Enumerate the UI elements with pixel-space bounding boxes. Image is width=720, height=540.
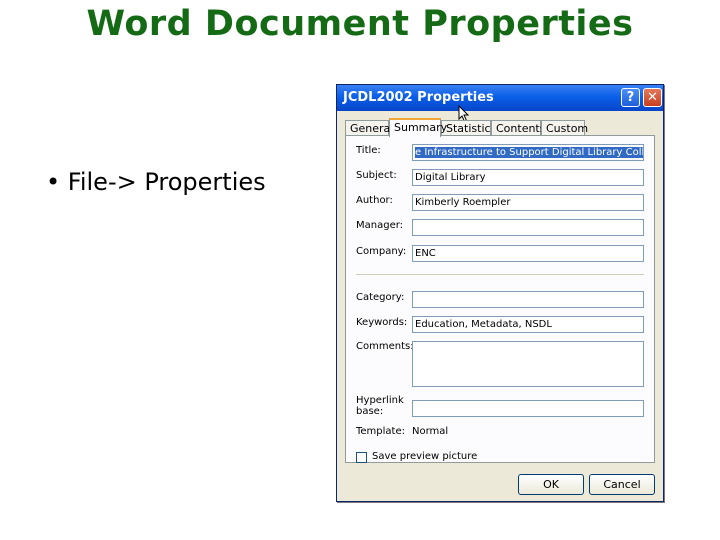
subject-field[interactable]: Digital Library — [412, 169, 644, 186]
tab-summary[interactable]: Summary — [389, 118, 447, 137]
close-icon: ✕ — [647, 90, 658, 105]
category-label: Category: — [356, 292, 405, 303]
summary-panel: Title: e Infrastructure to Support Digit… — [345, 135, 655, 463]
subject-label: Subject: — [356, 170, 397, 181]
author-field[interactable]: Kimberly Roempler — [412, 194, 644, 211]
keywords-label: Keywords: — [356, 317, 408, 328]
template-label: Template: — [356, 426, 405, 437]
keywords-field[interactable]: Education, Metadata, NSDL — [412, 316, 644, 333]
close-button[interactable]: ✕ — [643, 88, 662, 107]
save-preview-label: Save preview picture — [372, 451, 478, 462]
tab-custom[interactable]: Custom — [541, 120, 588, 136]
category-field[interactable] — [412, 291, 644, 308]
divider — [356, 274, 644, 275]
hyperlink-base-label-line1: Hyperlink — [356, 395, 404, 406]
save-preview-checkbox[interactable] — [356, 452, 367, 463]
tab-general[interactable]: General — [345, 120, 393, 136]
properties-dialog: JCDL2002 Properties ? ✕ General Summary … — [336, 84, 664, 502]
hyperlink-base-label-line2: base: — [356, 406, 384, 417]
slide-title: Word Document Properties — [86, 4, 634, 44]
tab-statistics[interactable]: Statistics — [441, 120, 496, 136]
company-field[interactable]: ENC — [412, 245, 644, 262]
title-field[interactable]: e Infrastructure to Support Digital Libr… — [412, 144, 644, 161]
dialog-title: JCDL2002 Properties — [343, 90, 494, 105]
help-icon: ? — [626, 90, 635, 105]
author-label: Author: — [356, 195, 393, 206]
tab-contents[interactable]: Contents — [491, 120, 545, 136]
hyperlink-base-field[interactable] — [412, 400, 644, 417]
manager-label: Manager: — [356, 220, 404, 231]
dialog-titlebar[interactable]: JCDL2002 Properties ? ✕ — [337, 85, 663, 111]
help-button[interactable]: ? — [621, 88, 640, 107]
cancel-button[interactable]: Cancel — [589, 474, 655, 495]
manager-field[interactable] — [412, 219, 644, 236]
bullet-text: • File-> Properties — [46, 168, 266, 196]
comments-label: Comments: — [356, 341, 414, 352]
template-value: Normal — [412, 426, 449, 437]
title-label: Title: — [356, 145, 381, 156]
ok-button[interactable]: OK — [518, 474, 584, 495]
comments-field[interactable] — [412, 341, 644, 387]
company-label: Company: — [356, 246, 407, 257]
